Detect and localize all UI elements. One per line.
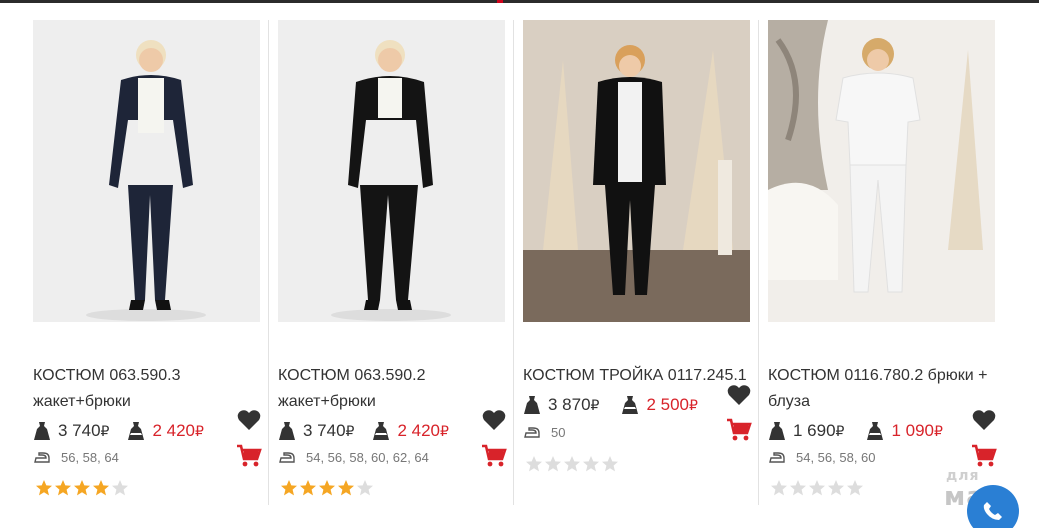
card-divider [268, 20, 269, 505]
star-icon[interactable] [54, 479, 72, 497]
product-card[interactable]: КОСТЮМ 063.590.3 жакет+брюки 3 740₽ 2 42… [33, 0, 278, 510]
rating-stars[interactable] [35, 479, 129, 497]
heart-icon[interactable] [237, 409, 261, 431]
price-row: 3 870₽ 2 500₽ [523, 392, 755, 418]
card-divider [513, 20, 514, 505]
regular-price: 3 870₽ [548, 395, 600, 414]
iron-icon [523, 425, 541, 439]
iron-icon [33, 450, 51, 464]
star-icon[interactable] [111, 479, 129, 497]
star-icon[interactable] [544, 455, 562, 473]
sizes-row: 56, 58, 64 [33, 447, 119, 467]
sale-price: 1 090₽ [891, 421, 943, 440]
available-sizes: 54, 56, 58, 60, 62, 64 [306, 449, 429, 465]
product-title[interactable]: КОСТЮМ 063.590.2 жакет+брюки [278, 363, 510, 415]
dress-sale-icon [127, 421, 145, 441]
product-title[interactable]: КОСТЮМ 0116.780.2 брюки + блуза [768, 363, 1000, 415]
dress-sale-icon [866, 421, 884, 441]
card-divider [758, 20, 759, 505]
product-title[interactable]: КОСТЮМ ТРОЙКА 0117.245.1 [523, 363, 755, 389]
product-image [278, 20, 505, 322]
cart-icon[interactable] [971, 444, 997, 468]
iron-icon [278, 450, 296, 464]
heart-icon[interactable] [482, 409, 506, 431]
product-card[interactable]: КОСТЮМ ТРОЙКА 0117.245.1 3 870₽ 2 500₽ 5… [523, 0, 768, 510]
star-icon[interactable] [318, 479, 336, 497]
price-row: 1 690₽ 1 090₽ [768, 418, 1000, 444]
sale-price: 2 500₽ [646, 395, 698, 414]
sizes-row: 50 [523, 422, 565, 442]
dress-sale-icon [621, 395, 639, 415]
sizes-row: 54, 56, 58, 60 [768, 447, 876, 467]
regular-price: 3 740₽ [303, 421, 355, 440]
heart-icon[interactable] [972, 409, 996, 431]
iron-icon [768, 450, 786, 464]
regular-price: 3 740₽ [58, 421, 110, 440]
star-icon[interactable] [280, 479, 298, 497]
product-grid: КОСТЮМ 063.590.3 жакет+брюки 3 740₽ 2 42… [0, 0, 1039, 528]
dress-icon [523, 395, 541, 415]
watermark: для мам [940, 468, 1039, 528]
dress-icon [33, 421, 51, 441]
product-image [768, 20, 995, 322]
price-row: 3 740₽ 2 420₽ [278, 418, 510, 444]
product-card[interactable]: КОСТЮМ 063.590.2 жакет+брюки 3 740₽ 2 42… [278, 0, 523, 510]
heart-icon[interactable] [727, 384, 751, 406]
phone-icon[interactable] [967, 485, 1019, 528]
dress-sale-icon [372, 421, 390, 441]
rating-stars[interactable] [525, 455, 619, 473]
product-photo[interactable] [33, 20, 260, 322]
cart-icon[interactable] [236, 444, 262, 468]
available-sizes: 50 [551, 424, 566, 440]
product-card[interactable]: КОСТЮМ 0116.780.2 брюки + блуза 1 690₽ 1… [768, 0, 1013, 510]
product-image [523, 20, 750, 322]
star-icon[interactable] [846, 479, 864, 497]
sale-price: 2 420₽ [397, 421, 449, 440]
star-icon[interactable] [808, 479, 826, 497]
product-photo[interactable] [768, 20, 995, 322]
product-image [33, 20, 260, 322]
regular-price: 1 690₽ [793, 421, 845, 440]
star-icon[interactable] [563, 455, 581, 473]
star-icon[interactable] [582, 455, 600, 473]
price-row: 3 740₽ 2 420₽ [33, 418, 265, 444]
star-icon[interactable] [92, 479, 110, 497]
available-sizes: 54, 56, 58, 60 [796, 449, 876, 465]
star-icon[interactable] [601, 455, 619, 473]
star-icon[interactable] [356, 479, 374, 497]
star-icon[interactable] [73, 479, 91, 497]
sizes-row: 54, 56, 58, 60, 62, 64 [278, 447, 429, 467]
rating-stars[interactable] [280, 479, 374, 497]
star-icon[interactable] [35, 479, 53, 497]
cart-icon[interactable] [481, 444, 507, 468]
product-title[interactable]: КОСТЮМ 063.590.3 жакет+брюки [33, 363, 265, 415]
available-sizes: 56, 58, 64 [61, 449, 119, 465]
rating-stars[interactable] [770, 479, 864, 497]
star-icon[interactable] [770, 479, 788, 497]
star-icon[interactable] [827, 479, 845, 497]
cart-icon[interactable] [726, 418, 752, 442]
product-photo[interactable] [278, 20, 505, 322]
product-photo[interactable] [523, 20, 750, 322]
star-icon[interactable] [299, 479, 317, 497]
star-icon[interactable] [525, 455, 543, 473]
dress-icon [278, 421, 296, 441]
star-icon[interactable] [789, 479, 807, 497]
star-icon[interactable] [337, 479, 355, 497]
sale-price: 2 420₽ [152, 421, 204, 440]
dress-icon [768, 421, 786, 441]
